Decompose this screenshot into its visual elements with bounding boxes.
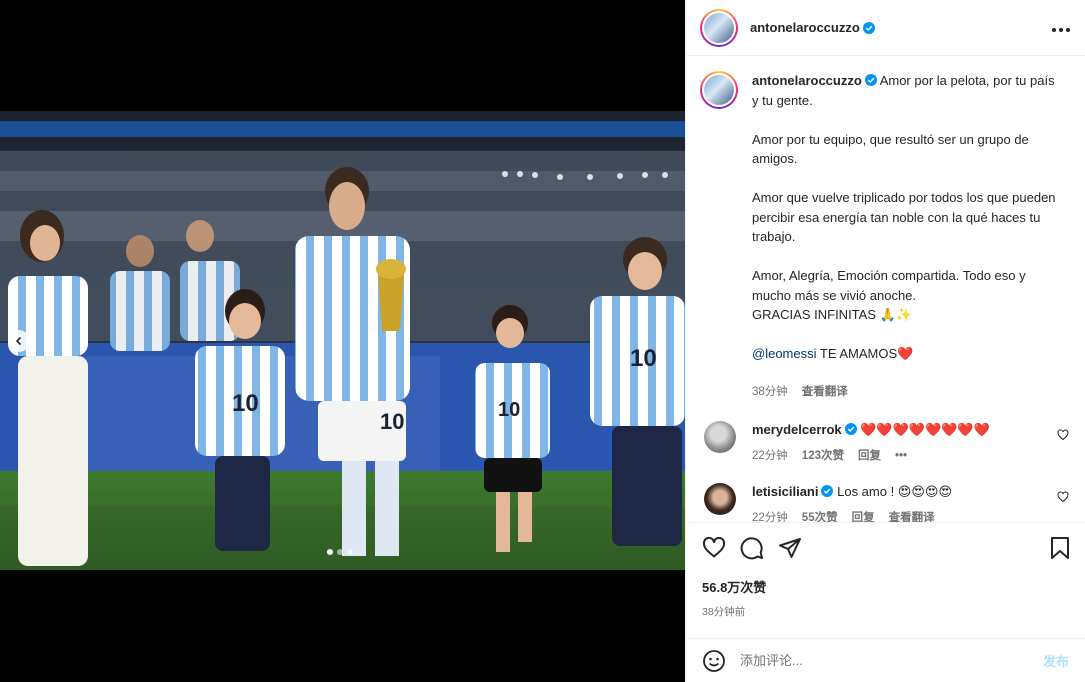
caption-username[interactable]: antonelaroccuzzo	[752, 73, 862, 88]
post-header: antonelaroccuzzo	[686, 0, 1085, 56]
caption-mention-line: @leomessi TE AMAMOS❤️	[752, 346, 914, 361]
heart-icon	[702, 536, 726, 558]
more-options-button[interactable]	[1051, 17, 1071, 38]
caption: antonelaroccuzzo Amor por la pelota, por…	[700, 71, 1071, 403]
share-button[interactable]	[778, 536, 802, 560]
caption-body: antonelaroccuzzo Amor por la pelota, por…	[752, 71, 1062, 403]
caption-avatar[interactable]	[700, 71, 738, 109]
comment-input[interactable]	[740, 653, 1043, 668]
comment-button[interactable]	[740, 536, 764, 560]
share-icon	[779, 538, 801, 558]
post-side-panel: antonelaroccuzzo antonelaroccuzzo Amor p…	[685, 0, 1085, 682]
caption-time: 38分钟	[752, 386, 788, 398]
post-photo[interactable]: 10 10 10 10	[0, 111, 685, 570]
bookmark-icon	[1051, 537, 1069, 559]
verified-icon	[844, 422, 857, 435]
translate-button[interactable]: 查看翻译	[802, 383, 848, 403]
carousel-dot	[327, 549, 333, 555]
comment-likes[interactable]: 55次赞	[802, 509, 838, 523]
translate-button[interactable]: 查看翻译	[889, 509, 935, 523]
caption-paragraph: Amor, Alegría, Emoción compartida. Todo …	[752, 268, 1026, 322]
post-comment-button[interactable]: 发布	[1043, 651, 1069, 670]
carousel-dot	[337, 549, 343, 555]
comment: merydelcerrok ❤️❤️❤️❤️❤️❤️❤️❤️ 22分钟 123次…	[700, 420, 1071, 465]
svg-text:10: 10	[498, 399, 520, 421]
mention-link[interactable]: @leomessi	[752, 346, 817, 361]
comment-time: 22分钟	[752, 449, 788, 462]
comment-text: Los amo ! 😍😍😍😍	[837, 483, 953, 499]
carousel-dot	[347, 549, 353, 555]
comment-likes[interactable]: 123次赞	[802, 447, 844, 465]
reply-button[interactable]: 回复	[858, 447, 881, 465]
comment-meta: 22分钟 123次赞 回复 •••	[752, 447, 990, 465]
verified-icon	[821, 484, 834, 497]
comment-avatar[interactable]	[704, 482, 736, 515]
comment-meta: 22分钟 55次赞 回复 查看翻译	[752, 509, 952, 523]
post-photo-illustration: 10 10 10 10	[0, 111, 685, 570]
post-actions: 56.8万次赞 38分钟前	[686, 522, 1085, 619]
svg-text:10: 10	[232, 390, 259, 417]
post-time: 38分钟前	[702, 606, 746, 618]
comments-scroll[interactable]: antonelaroccuzzo Amor por la pelota, por…	[686, 57, 1085, 522]
chevron-left-icon	[15, 336, 22, 346]
comment-icon	[740, 537, 763, 560]
author-username[interactable]: antonelaroccuzzo	[750, 20, 860, 35]
media-viewer: 10 10 10 10	[0, 0, 685, 682]
comment-time: 22分钟	[752, 511, 788, 523]
emoji-button[interactable]	[702, 649, 726, 673]
caption-meta: 38分钟 查看翻译	[752, 383, 1062, 403]
caption-paragraph: Amor por tu equipo, que resultó ser un g…	[752, 131, 1029, 167]
verified-icon	[864, 74, 877, 86]
like-button[interactable]	[702, 536, 726, 560]
author-avatar[interactable]	[700, 8, 738, 47]
emoji-icon	[703, 649, 725, 672]
comment: letisiciliani Los amo ! 😍😍😍😍 22分钟 55次赞 回…	[700, 482, 1071, 523]
like-count[interactable]: 56.8万次赞	[702, 577, 1071, 596]
svg-text:10: 10	[380, 409, 404, 434]
heart-icon[interactable]	[1057, 490, 1069, 503]
reply-button[interactable]: 回复	[852, 509, 875, 523]
heart-icon[interactable]	[1057, 428, 1069, 441]
carousel-prev-button[interactable]	[8, 330, 30, 352]
save-button[interactable]	[1049, 536, 1071, 560]
comment-username[interactable]: merydelcerrok	[752, 422, 842, 437]
comment-composer: 发布	[686, 638, 1085, 682]
comment-username[interactable]: letisiciliani	[752, 484, 818, 499]
carousel-dots	[327, 549, 353, 555]
comment-more-button[interactable]: •••	[895, 447, 907, 465]
svg-text:10: 10	[630, 345, 657, 372]
verified-icon	[862, 21, 875, 34]
caption-paragraph: Amor que vuelve triplicado por todos los…	[752, 190, 1056, 244]
comment-text: ❤️❤️❤️❤️❤️❤️❤️❤️	[860, 421, 990, 437]
more-icon	[1052, 28, 1070, 32]
comment-avatar[interactable]	[704, 420, 736, 453]
